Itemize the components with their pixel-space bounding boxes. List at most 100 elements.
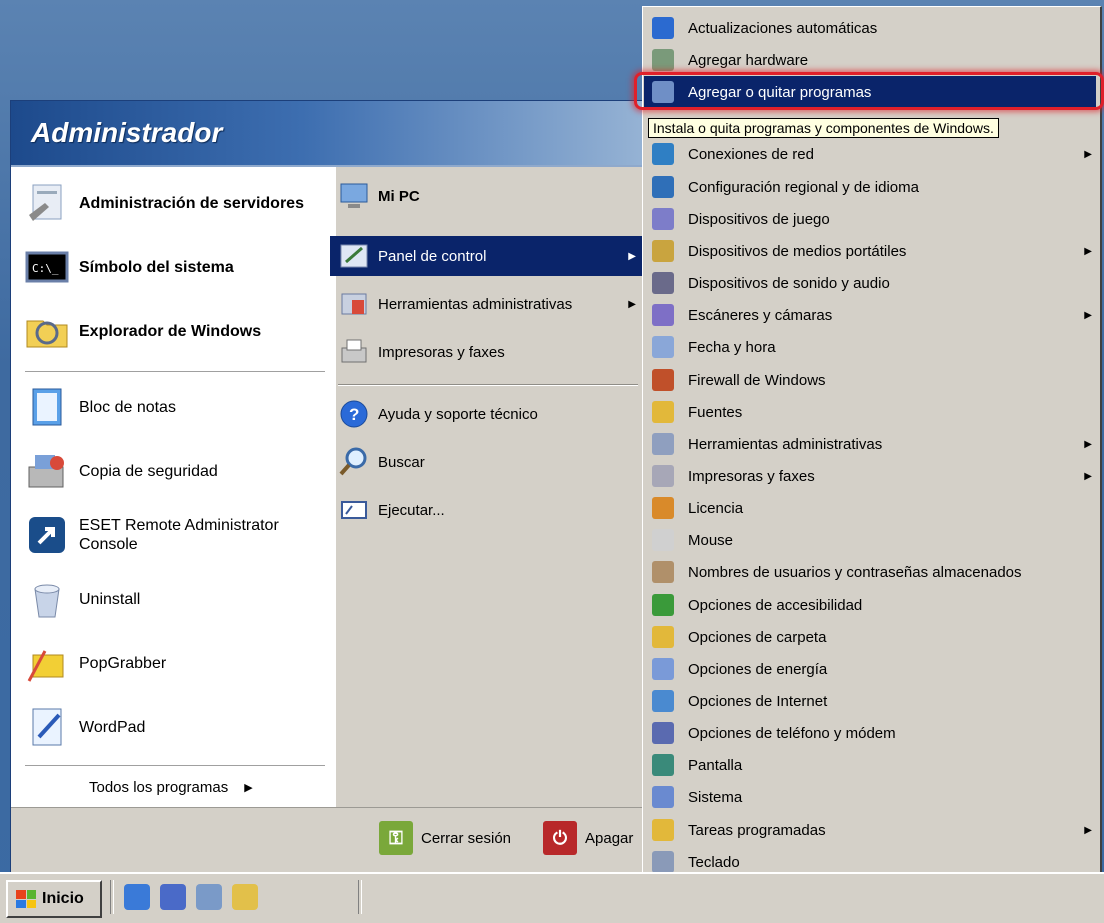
cp-item-label: Configuración regional y de idioma: [688, 178, 919, 196]
menu-search[interactable]: Buscar: [330, 442, 644, 482]
cp-item-system[interactable]: Sistema: [644, 781, 1096, 813]
search-icon: [338, 446, 370, 478]
cp-item-label: Fuentes: [688, 403, 743, 421]
cp-item-speaker[interactable]: Dispositivos de sonido y audio: [644, 267, 1096, 299]
menu-printers[interactable]: Impresoras y faxes: [330, 332, 644, 372]
folder-options-icon: [652, 626, 674, 648]
keys-icon: [652, 561, 674, 583]
cp-item-label: Firewall de Windows: [688, 371, 826, 389]
add-hardware-icon: [652, 49, 674, 71]
windows-logo-icon: [16, 890, 36, 908]
cp-item-mouse[interactable]: Mouse: [644, 524, 1096, 556]
menu-run[interactable]: Ejecutar...: [330, 490, 644, 530]
chevron-right-icon: ▶: [1084, 824, 1092, 836]
pinned-command-prompt[interactable]: C:\_ Símbolo del sistema: [25, 241, 234, 293]
svg-text:C:\_: C:\_: [32, 262, 59, 275]
recent-backup[interactable]: Copia de seguridad: [25, 445, 218, 497]
my-computer-icon: [338, 180, 370, 212]
separator: [338, 384, 638, 386]
server-admin-icon: [25, 181, 69, 225]
cp-item-scanner[interactable]: Escáneres y cámaras ▶: [644, 299, 1096, 331]
recent-eset[interactable]: ESET Remote Administrator Console: [25, 509, 309, 561]
wordpad-icon: [25, 705, 69, 749]
start-menu-footer: ⚿ Cerrar sesión ⏻ Apagar: [11, 807, 659, 872]
menu-admin-tools[interactable]: Herramientas administrativas ▶: [330, 284, 644, 324]
chevron-right-icon: ▶: [1084, 148, 1092, 160]
cp-item-folder-options[interactable]: Opciones de carpeta: [644, 621, 1096, 653]
logoff-button[interactable]: ⚿ Cerrar sesión: [379, 820, 511, 856]
start-menu-header: Administrador: [11, 101, 659, 167]
cp-item-label: Opciones de teléfono y módem: [688, 724, 896, 742]
cp-item-label: Fecha y hora: [688, 338, 776, 356]
cp-item-label: Opciones de energía: [688, 660, 828, 678]
cp-item-accessibility[interactable]: Opciones de accesibilidad: [644, 589, 1096, 621]
cp-item-license[interactable]: Licencia: [644, 492, 1096, 524]
menu-help[interactable]: ? Ayuda y soporte técnico: [330, 394, 644, 434]
quicklaunch-app-icon[interactable]: [160, 884, 186, 910]
cp-item-firewall[interactable]: Firewall de Windows: [644, 364, 1096, 396]
speaker-icon: [652, 272, 674, 294]
chevron-right-icon: ▶: [244, 782, 253, 794]
cp-item-internet-options[interactable]: Opciones de Internet: [644, 685, 1096, 717]
cp-item-fonts-folder[interactable]: Fuentes: [644, 396, 1096, 428]
tooltip: Instala o quita programas y componentes …: [648, 118, 999, 138]
cp-item-label: Licencia: [688, 499, 744, 517]
menu-control-panel[interactable]: Panel de control ▶: [330, 236, 644, 276]
shutdown-button[interactable]: ⏻ Apagar: [543, 820, 633, 856]
user-name: Administrador: [31, 117, 223, 148]
eset-icon: [25, 513, 69, 557]
cp-item-power[interactable]: Opciones de energía: [644, 653, 1096, 685]
power-icon: [652, 658, 674, 680]
cp-item-admin-tools[interactable]: Herramientas administrativas ▶: [644, 428, 1096, 460]
cp-item-media-device[interactable]: Dispositivos de medios portátiles ▶: [644, 235, 1096, 267]
start-menu-left-pane: Administración de servidores C:\_ Símbol…: [11, 167, 336, 807]
cp-item-label: Opciones de Internet: [688, 692, 828, 710]
popgrabber-icon: [25, 641, 69, 685]
cp-item-label: Opciones de carpeta: [688, 628, 827, 646]
cp-item-label: Impresoras y faxes: [688, 467, 815, 485]
network-icon[interactable]: [196, 884, 222, 910]
cp-item-label: Herramientas administrativas: [688, 435, 883, 453]
pinned-server-admin[interactable]: Administración de servidores: [25, 177, 304, 229]
internet-explorer-icon[interactable]: [124, 884, 150, 910]
cp-item-globe[interactable]: Configuración regional y de idioma: [644, 171, 1096, 203]
cp-item-network[interactable]: Conexiones de red ▶: [644, 138, 1096, 170]
notepad-icon: [25, 385, 69, 429]
system-icon: [652, 786, 674, 808]
pinned-explorer[interactable]: Explorador de Windows: [25, 305, 261, 357]
cp-item-label: Conexiones de red: [688, 145, 814, 163]
recent-notepad[interactable]: Bloc de notas: [25, 381, 176, 433]
svg-text:?: ?: [349, 405, 359, 424]
recent-popgrabber[interactable]: PopGrabber: [25, 637, 166, 689]
folder-icon[interactable]: [232, 884, 258, 910]
cp-item-windows-update[interactable]: Actualizaciones automáticas: [644, 12, 1096, 44]
cp-item-label: Dispositivos de medios portátiles: [688, 242, 907, 260]
menu-my-computer[interactable]: Mi PC: [330, 176, 644, 216]
cp-item-display[interactable]: Pantalla: [644, 749, 1096, 781]
cp-item-label: Agregar hardware: [688, 51, 809, 69]
taskbar: Inicio: [0, 872, 1104, 923]
cp-item-scheduled-tasks[interactable]: Tareas programadas ▶: [644, 814, 1096, 846]
display-icon: [652, 754, 674, 776]
cp-item-phone[interactable]: Opciones de teléfono y módem: [644, 717, 1096, 749]
recent-wordpad[interactable]: WordPad: [25, 701, 145, 753]
quicklaunch-separator: [110, 880, 114, 914]
cp-item-label: Sistema: [688, 788, 743, 806]
fonts-folder-icon: [652, 401, 674, 423]
cp-item-printer[interactable]: Impresoras y faxes ▶: [644, 460, 1096, 492]
taskbar-divider: [358, 880, 362, 914]
separator: [25, 371, 325, 373]
uninstall-icon: [25, 577, 69, 621]
chevron-right-icon: ▶: [1084, 438, 1092, 450]
keyboard-icon: [652, 851, 674, 873]
cp-item-keys[interactable]: Nombres de usuarios y contraseñas almace…: [644, 556, 1096, 588]
start-button[interactable]: Inicio: [6, 880, 102, 918]
separator: [25, 765, 325, 767]
cp-item-gamepad[interactable]: Dispositivos de juego: [644, 203, 1096, 235]
help-icon: ?: [338, 398, 370, 430]
recent-uninstall[interactable]: Uninstall: [25, 573, 140, 625]
printer-icon: [338, 336, 370, 368]
all-programs-button[interactable]: Todos los programas ▶: [89, 779, 253, 796]
cp-item-clock[interactable]: Fecha y hora: [644, 331, 1096, 363]
cp-item-label: Dispositivos de juego: [688, 210, 830, 228]
